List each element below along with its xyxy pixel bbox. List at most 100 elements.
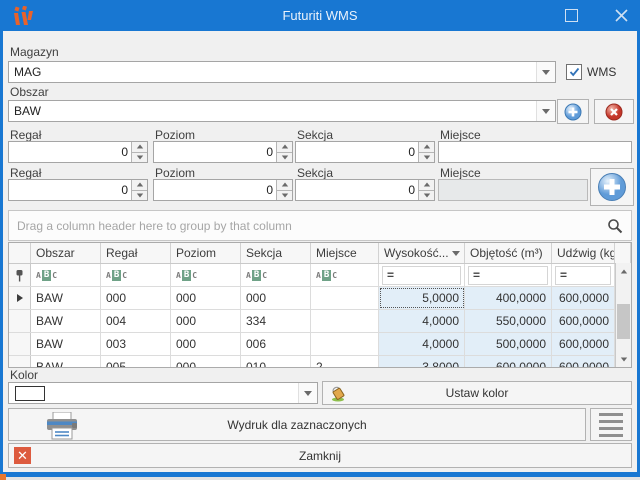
cell-wysokosc[interactable]: 4,0000 bbox=[379, 310, 465, 332]
obszar-input[interactable] bbox=[9, 104, 536, 118]
print-selected-button[interactable]: Wydruk dla zaznaczonych bbox=[8, 408, 586, 441]
set-color-button[interactable]: Ustaw kolor bbox=[322, 381, 632, 405]
spinner-buttons[interactable] bbox=[131, 180, 147, 200]
print-options-button[interactable] bbox=[590, 408, 632, 441]
poziom-spinner-2[interactable] bbox=[153, 179, 293, 201]
filter-cell-obszar[interactable]: ABC bbox=[31, 264, 101, 286]
filter-cell-objetosc[interactable]: = bbox=[465, 264, 552, 286]
spin-up-icon[interactable] bbox=[419, 180, 434, 191]
table-row[interactable]: BAW 005 000 010 2 3,8000 600,0000 600,00… bbox=[9, 356, 631, 368]
equals-filter-icon[interactable]: = bbox=[468, 266, 548, 285]
cell-objetosc[interactable]: 600,0000 bbox=[465, 356, 552, 368]
cell-sekcja[interactable]: 010 bbox=[241, 356, 311, 368]
clear-obszar-button[interactable] bbox=[594, 99, 634, 124]
cell-poziom[interactable]: 000 bbox=[171, 310, 241, 332]
cell-udzwig[interactable]: 600,0000 bbox=[552, 310, 615, 332]
cell-sekcja[interactable]: 006 bbox=[241, 333, 311, 355]
add-obszar-button[interactable] bbox=[557, 99, 589, 124]
spin-down-icon[interactable] bbox=[132, 153, 147, 163]
cell-poziom[interactable]: 000 bbox=[171, 287, 241, 309]
auto-filter-row[interactable]: ABC ABC ABC ABC ABC = = = bbox=[9, 264, 631, 287]
regal-spinner-2[interactable] bbox=[8, 179, 148, 201]
cell-regal[interactable]: 000 bbox=[101, 287, 171, 309]
cell-objetosc[interactable]: 550,0000 bbox=[465, 310, 552, 332]
spin-down-icon[interactable] bbox=[419, 191, 434, 201]
maximize-button[interactable] bbox=[554, 0, 588, 31]
poziom-spinner-2-input[interactable] bbox=[154, 180, 276, 200]
cell-objetosc[interactable]: 400,0000 bbox=[465, 287, 552, 309]
column-header-sekcja[interactable]: Sekcja bbox=[241, 243, 311, 263]
spin-down-icon[interactable] bbox=[419, 153, 434, 163]
filter-cell-sekcja[interactable]: ABC bbox=[241, 264, 311, 286]
spin-up-icon[interactable] bbox=[132, 180, 147, 191]
equals-filter-icon[interactable]: = bbox=[555, 266, 611, 285]
cell-udzwig[interactable]: 600,0000 bbox=[552, 356, 615, 368]
spinner-buttons[interactable] bbox=[131, 142, 147, 162]
filter-cell-poziom[interactable]: ABC bbox=[171, 264, 241, 286]
filter-cell-regal[interactable]: ABC bbox=[101, 264, 171, 286]
cell-miejsce[interactable]: 2 bbox=[311, 356, 379, 368]
table-row[interactable]: BAW 004 000 334 4,0000 550,0000 600,0000 bbox=[9, 310, 631, 333]
column-header-obszar[interactable]: Obszar bbox=[31, 243, 101, 263]
cell-wysokosc[interactable]: 4,0000 bbox=[379, 333, 465, 355]
regal-spinner-1-input[interactable] bbox=[9, 142, 131, 162]
spinner-buttons[interactable] bbox=[418, 142, 434, 162]
cell-sekcja[interactable]: 000 bbox=[241, 287, 311, 309]
scroll-up-button[interactable] bbox=[616, 263, 631, 279]
magazyn-combo[interactable] bbox=[8, 61, 556, 83]
sekcja-spinner-2-input[interactable] bbox=[296, 180, 418, 200]
scroll-down-button[interactable] bbox=[616, 351, 631, 367]
cell-obszar[interactable]: BAW bbox=[31, 333, 101, 355]
magazyn-input[interactable] bbox=[9, 65, 536, 79]
spinner-buttons[interactable] bbox=[418, 180, 434, 200]
obszar-dropdown-button[interactable] bbox=[536, 101, 555, 121]
cell-miejsce[interactable] bbox=[311, 287, 379, 309]
spinner-buttons[interactable] bbox=[276, 142, 292, 162]
vertical-scrollbar[interactable] bbox=[615, 263, 631, 367]
spinner-buttons[interactable] bbox=[276, 180, 292, 200]
regal-spinner-1[interactable] bbox=[8, 141, 148, 163]
cell-regal[interactable]: 003 bbox=[101, 333, 171, 355]
cell-poziom[interactable]: 000 bbox=[171, 356, 241, 368]
color-dropdown-button[interactable] bbox=[298, 383, 317, 403]
data-grid[interactable]: Obszar Regał Poziom Sekcja Miejsce Wysok… bbox=[8, 242, 632, 368]
spin-up-icon[interactable] bbox=[132, 142, 147, 153]
filter-cell-wysokosc[interactable]: = bbox=[379, 264, 465, 286]
cell-regal[interactable]: 005 bbox=[101, 356, 171, 368]
poziom-spinner-1[interactable] bbox=[153, 141, 293, 163]
group-panel[interactable]: Drag a column header here to group by th… bbox=[8, 210, 632, 241]
cell-sekcja[interactable]: 334 bbox=[241, 310, 311, 332]
cell-obszar[interactable]: BAW bbox=[31, 310, 101, 332]
color-combo[interactable] bbox=[8, 382, 318, 404]
cell-udzwig[interactable]: 600,0000 bbox=[552, 287, 615, 309]
miejsce-input-1[interactable] bbox=[438, 141, 632, 163]
cell-wysokosc-focused[interactable]: 5,0000 bbox=[379, 287, 465, 309]
sekcja-spinner-2[interactable] bbox=[295, 179, 435, 201]
table-row[interactable]: BAW 000 000 000 5,0000 400,0000 600,0000 bbox=[9, 287, 631, 310]
sekcja-spinner-1-input[interactable] bbox=[296, 142, 418, 162]
cell-poziom[interactable]: 000 bbox=[171, 333, 241, 355]
column-header-miejsce[interactable]: Miejsce bbox=[311, 243, 379, 263]
cell-objetosc[interactable]: 500,0000 bbox=[465, 333, 552, 355]
column-header-regal[interactable]: Regał bbox=[101, 243, 171, 263]
obszar-combo[interactable] bbox=[8, 100, 556, 122]
cell-wysokosc[interactable]: 3,8000 bbox=[379, 356, 465, 368]
filter-cell-udzwig[interactable]: = bbox=[552, 264, 615, 286]
spin-up-icon[interactable] bbox=[419, 142, 434, 153]
search-icon[interactable] bbox=[607, 218, 623, 234]
close-form-button[interactable]: ✕ Zamknij bbox=[8, 443, 632, 468]
filter-cell-miejsce[interactable]: ABC bbox=[311, 264, 379, 286]
wms-checkbox[interactable]: WMS bbox=[566, 64, 616, 80]
equals-filter-icon[interactable]: = bbox=[382, 266, 461, 285]
spin-up-icon[interactable] bbox=[277, 142, 292, 153]
column-header-wysokosc[interactable]: Wysokość... bbox=[379, 243, 465, 263]
checkbox-box[interactable] bbox=[566, 64, 582, 80]
column-header-objetosc[interactable]: Objętość (m³) bbox=[465, 243, 552, 263]
spin-down-icon[interactable] bbox=[277, 153, 292, 163]
column-header-udzwig[interactable]: Udźwig (kg) bbox=[552, 243, 615, 263]
close-button[interactable] bbox=[602, 0, 640, 31]
cell-regal[interactable]: 004 bbox=[101, 310, 171, 332]
table-row[interactable]: BAW 003 000 006 4,0000 500,0000 600,0000 bbox=[9, 333, 631, 356]
cell-udzwig[interactable]: 600,0000 bbox=[552, 333, 615, 355]
magazyn-dropdown-button[interactable] bbox=[536, 62, 555, 82]
